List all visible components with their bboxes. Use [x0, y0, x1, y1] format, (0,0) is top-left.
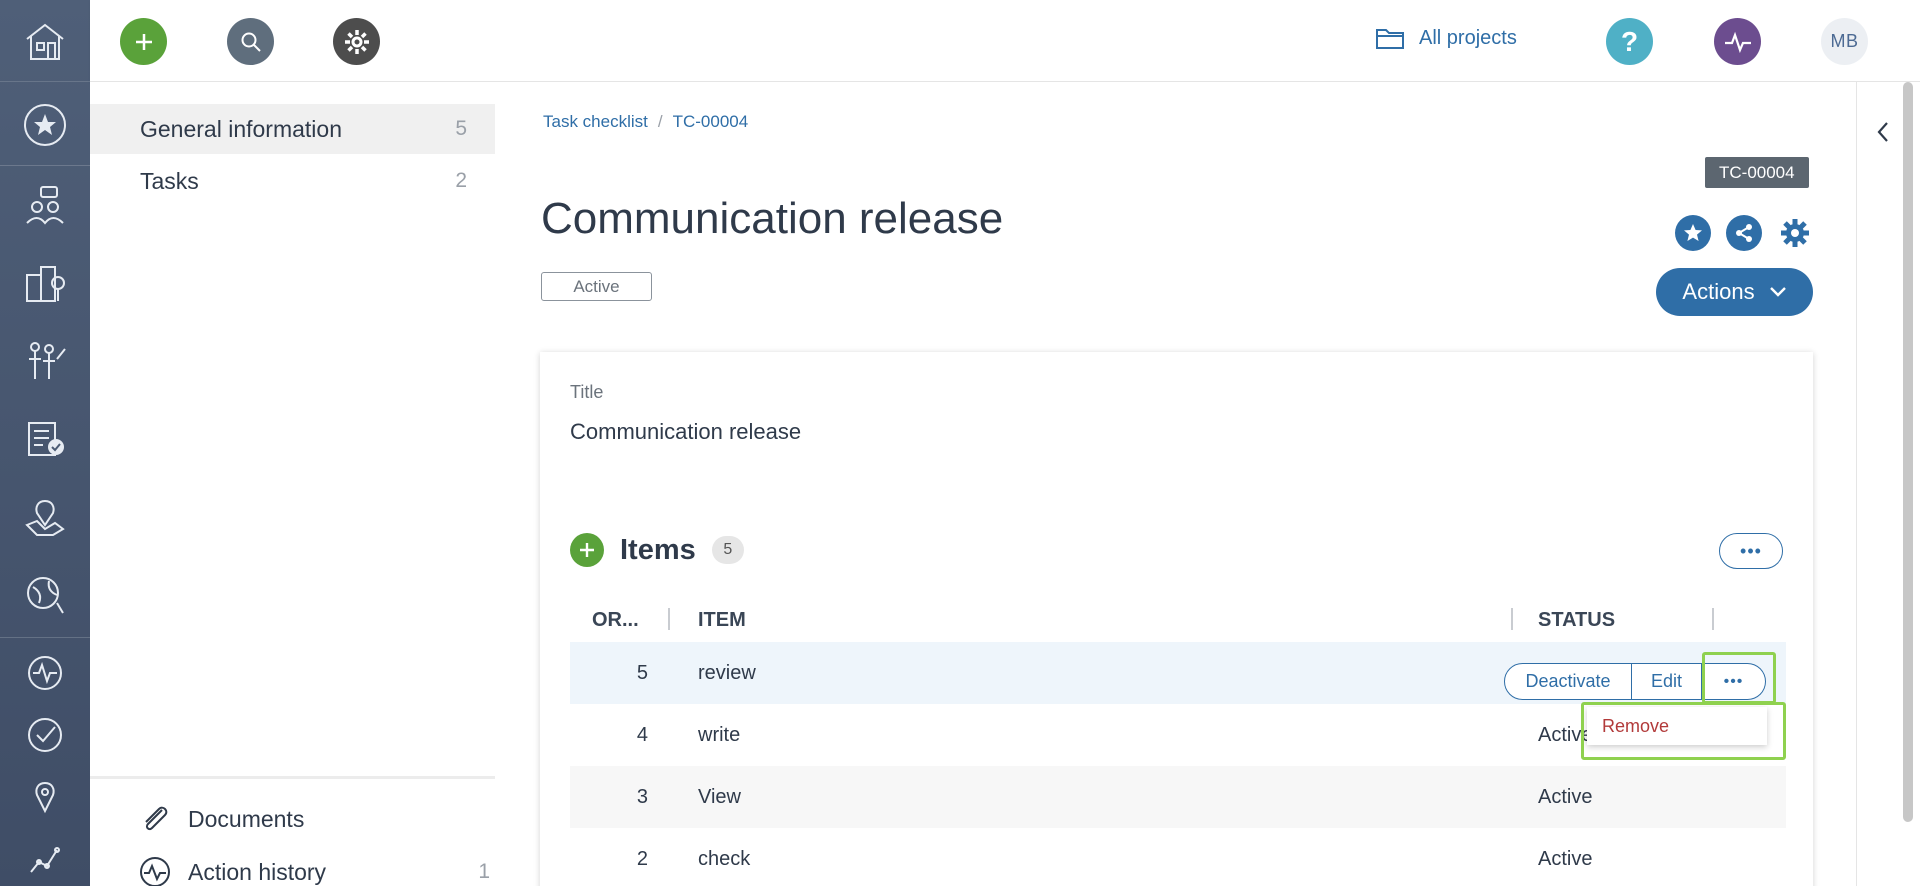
items-count-badge: 5 — [711, 536, 744, 564]
family-icon[interactable] — [0, 331, 90, 391]
row-status: Active — [1538, 848, 1593, 870]
row-order: 4 — [636, 724, 648, 746]
folder-icon — [1376, 29, 1404, 49]
highlight-remove-menu — [1581, 702, 1786, 760]
actions-dropdown-button[interactable]: Actions — [1656, 268, 1813, 316]
add-button[interactable] — [120, 18, 167, 65]
nav-general-information[interactable]: General information 5 — [90, 104, 495, 154]
chevron-left-icon — [1877, 122, 1888, 142]
title-field-value: Communication release — [570, 419, 802, 444]
column-order[interactable]: OR... — [592, 609, 639, 632]
nav-item-label: Documents — [188, 805, 305, 832]
row-item: write — [698, 724, 741, 746]
community-icon[interactable] — [0, 175, 90, 235]
activity-button[interactable] — [1714, 18, 1761, 65]
settings-button[interactable] — [333, 18, 380, 65]
nav-divider — [90, 776, 495, 779]
column-resizer[interactable] — [1511, 608, 1513, 630]
star-icon — [1684, 224, 1702, 241]
table-row[interactable]: 3 View Active — [570, 766, 1786, 828]
column-resizer[interactable] — [668, 608, 670, 630]
column-status[interactable]: STATUS — [1538, 609, 1615, 632]
nav-tasks[interactable]: Tasks 2 — [90, 156, 495, 206]
nav-item-count: 5 — [455, 117, 467, 140]
map-pin-icon[interactable] — [0, 487, 90, 547]
check-circle-icon[interactable] — [0, 705, 90, 765]
plus-icon — [135, 33, 152, 50]
nav-documents[interactable]: Documents — [138, 804, 490, 834]
actions-label: Actions — [1682, 279, 1755, 304]
left-rail — [0, 0, 90, 886]
row-item: check — [698, 848, 751, 870]
row-item: View — [698, 786, 741, 808]
breadcrumb: Task checklist / TC-00004 — [543, 112, 748, 132]
row-order: 3 — [636, 786, 648, 808]
title-field-label: Title — [570, 382, 604, 402]
history-pulse-icon — [140, 857, 170, 886]
activity-icon[interactable] — [0, 643, 90, 703]
record-settings-button[interactable] — [1777, 215, 1813, 251]
chart-line-icon[interactable] — [0, 830, 90, 886]
row-status: Active — [1538, 786, 1593, 808]
items-title: Items — [620, 533, 696, 566]
breadcrumb-root[interactable]: Task checklist — [543, 112, 648, 132]
search-button[interactable] — [227, 18, 274, 65]
search-icon — [241, 32, 261, 52]
row-item: review — [698, 662, 756, 684]
share-icon — [1736, 224, 1752, 242]
pulse-icon — [1724, 31, 1751, 53]
plus-icon — [580, 543, 594, 557]
row-order: 2 — [636, 848, 648, 870]
chevron-down-icon — [1769, 287, 1786, 297]
favorites-icon[interactable] — [0, 95, 90, 155]
app-root: All projects ? MB General information 5 … — [0, 0, 1920, 886]
paperclip-icon — [145, 806, 168, 831]
column-resizer[interactable] — [1712, 608, 1714, 630]
edit-button[interactable]: Edit — [1632, 663, 1702, 700]
items-header: Items 5 — [570, 533, 744, 567]
main-content: Task checklist / TC-00004 TC-00004 Commu… — [500, 82, 1856, 886]
breadcrumb-current[interactable]: TC-00004 — [673, 112, 749, 132]
items-more-button[interactable]: ••• — [1719, 533, 1783, 569]
row-order: 5 — [636, 662, 648, 684]
favorite-button[interactable] — [1675, 215, 1711, 251]
gear-icon — [344, 29, 369, 54]
all-projects-link[interactable]: All projects — [1375, 26, 1517, 50]
checklist-icon[interactable] — [0, 409, 90, 469]
details-card: Title Communication release Items 5 ••• … — [540, 352, 1813, 886]
nav-action-history[interactable]: Action history 1 — [138, 855, 490, 886]
nav-item-count: 1 — [478, 860, 490, 883]
add-item-button[interactable] — [570, 533, 604, 567]
deactivate-button[interactable]: Deactivate — [1504, 663, 1632, 700]
items-table-header: OR... ITEM STATUS — [570, 598, 1786, 642]
page-scrollbar[interactable] — [1903, 82, 1913, 822]
all-projects-label: All projects — [1419, 26, 1517, 49]
home-icon[interactable] — [0, 0, 90, 82]
section-nav: General information 5 Tasks 2 Documents … — [90, 82, 500, 886]
user-avatar[interactable]: MB — [1821, 18, 1868, 65]
help-button[interactable]: ? — [1606, 18, 1653, 65]
nav-item-label: General information — [140, 115, 342, 142]
location-icon[interactable] — [0, 767, 90, 827]
top-bar: All projects ? MB — [90, 0, 1920, 82]
nav-item-count: 2 — [455, 169, 467, 192]
record-code-badge: TC-00004 — [1705, 157, 1809, 188]
page-title: Communication release — [541, 194, 1004, 243]
environment-icon[interactable] — [0, 565, 90, 625]
highlight-more-button — [1702, 652, 1776, 704]
buildings-icon[interactable] — [0, 253, 90, 313]
status-badge: Active — [541, 272, 652, 301]
collapse-panel-button[interactable] — [1875, 120, 1891, 149]
share-button[interactable] — [1726, 215, 1762, 251]
table-row[interactable]: 2 check Active — [570, 828, 1786, 886]
nav-item-label: Tasks — [140, 167, 199, 194]
breadcrumb-separator: / — [657, 112, 663, 131]
gear-icon — [1781, 219, 1809, 247]
question-icon: ? — [1620, 25, 1639, 57]
column-item[interactable]: ITEM — [698, 609, 746, 632]
nav-item-label: Action history — [188, 858, 327, 885]
